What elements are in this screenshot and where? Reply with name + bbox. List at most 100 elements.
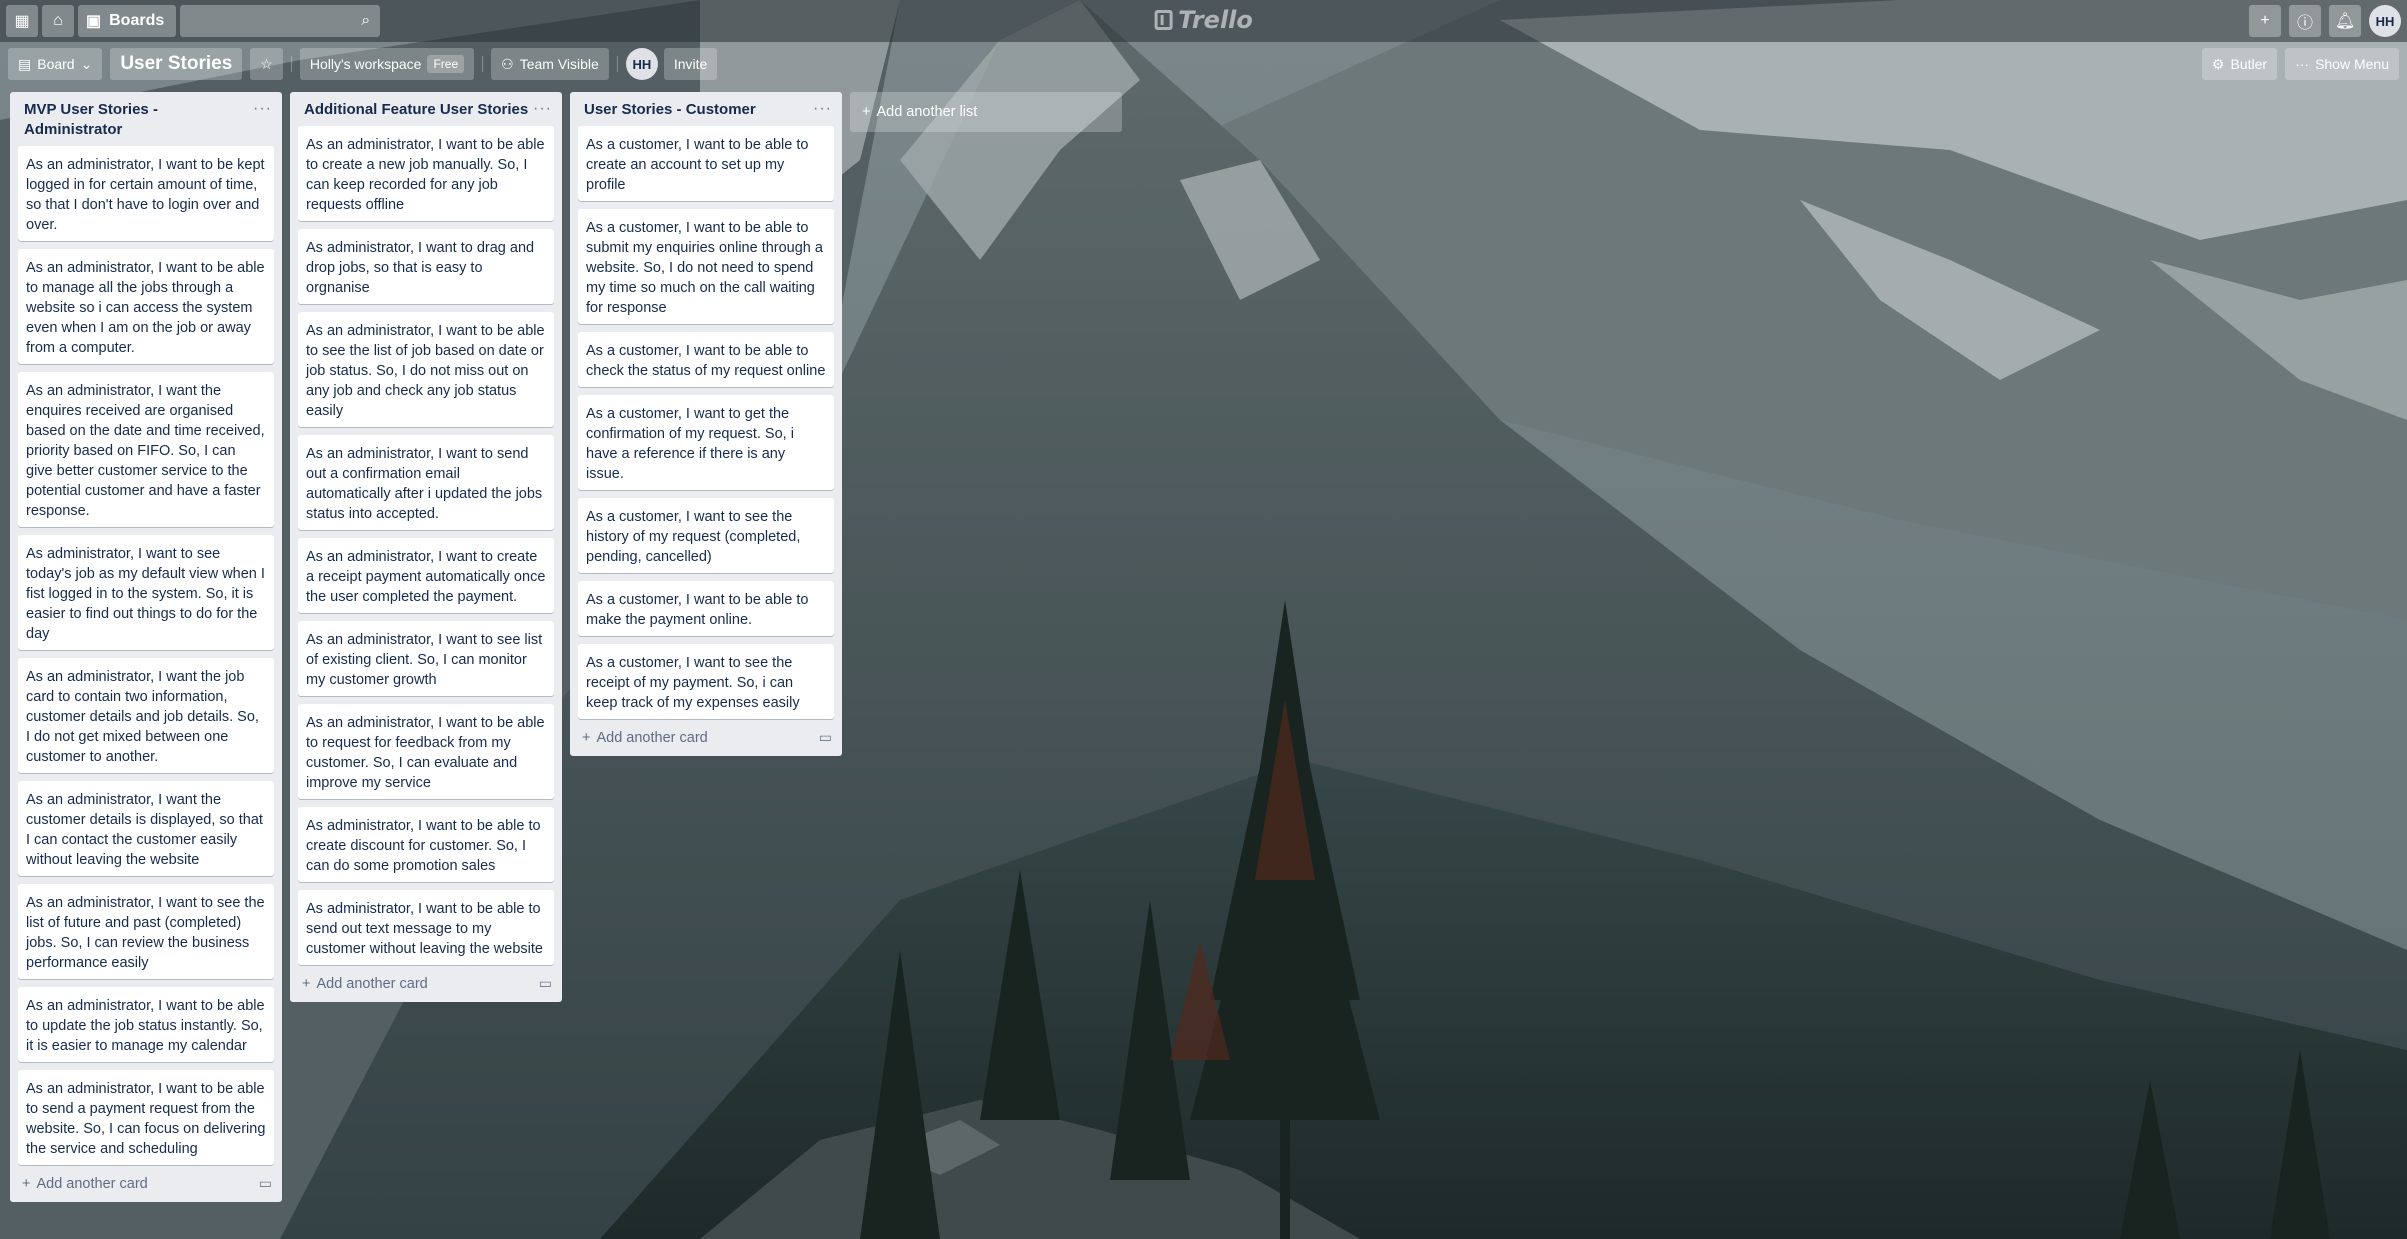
trello-logo[interactable]: Trello (1154, 6, 1253, 34)
card[interactable]: As an administrator, I want to send out … (298, 435, 554, 530)
add-list-label: Add another list (876, 104, 978, 120)
divider (482, 56, 484, 72)
board-header: ▤ Board ⌄ User Stories ☆ Holly's workspa… (0, 44, 2407, 84)
list-title[interactable]: MVP User Stories - Administrator (24, 100, 253, 140)
trello-logo-text: Trello (1178, 6, 1253, 34)
card[interactable]: As a customer, I want to be able to crea… (578, 126, 834, 201)
card[interactable]: As an administrator, I want to see list … (298, 621, 554, 696)
search-input[interactable]: ⌕ (180, 5, 381, 37)
list-additional-features: Additional Feature User Stories ··· As a… (290, 92, 562, 1002)
star-board-button[interactable]: ☆ (250, 48, 283, 80)
board-view-switcher[interactable]: ▤ Board ⌄ (8, 48, 103, 80)
list-header: User Stories - Customer ··· (570, 92, 842, 126)
list-menu-icon[interactable]: ··· (533, 100, 552, 118)
board-view-label: Board (37, 56, 75, 72)
add-list-button[interactable]: + Add another list (850, 92, 1122, 132)
search-icon: ⌕ (361, 12, 371, 29)
card[interactable]: As an administrator, I want to be able t… (18, 249, 274, 364)
add-card-label: Add another card (316, 975, 428, 992)
add-card-label: Add another card (596, 729, 708, 746)
boards-label: Boards (109, 12, 165, 29)
more-icon: ··· (2295, 56, 2310, 72)
list-footer: + Add another card ▭ (570, 721, 842, 754)
workspace-button[interactable]: Holly's workspace Free (299, 48, 475, 80)
list-footer: + Add another card ▭ (10, 1167, 282, 1200)
list-header: Additional Feature User Stories ··· (290, 92, 562, 126)
divider (616, 56, 618, 72)
card[interactable]: As administrator, I want to be able to c… (298, 807, 554, 882)
visibility-button[interactable]: ⚇ Team Visible (491, 48, 609, 80)
star-icon: ☆ (260, 55, 273, 72)
card[interactable]: As a customer, I want to be able to make… (578, 581, 834, 636)
card[interactable]: As administrator, I want to drag and dro… (298, 229, 554, 304)
list-customer: User Stories - Customer ··· As a custome… (570, 92, 842, 756)
add-card-button[interactable]: + Add another card (302, 976, 428, 992)
card-template-icon[interactable]: ▭ (539, 975, 552, 992)
show-menu-button[interactable]: ··· Show Menu (2285, 48, 2399, 80)
create-button[interactable]: + (2249, 5, 2281, 37)
user-avatar[interactable]: HH (2369, 5, 2401, 37)
workspace-plan-badge: Free (427, 55, 465, 73)
card[interactable]: As an administrator, I want to create a … (298, 538, 554, 613)
boards-icon: ▣ (86, 13, 102, 30)
trello-logo-icon (1154, 10, 1173, 30)
member-avatar[interactable]: HH (625, 48, 658, 80)
card[interactable]: As an administrator, I want to be able t… (298, 704, 554, 799)
bell-icon: 🔔︎ (2334, 13, 2356, 30)
list-title[interactable]: Additional Feature User Stories (304, 100, 528, 120)
list-title[interactable]: User Stories - Customer (584, 100, 756, 120)
card[interactable]: As a customer, I want to see the receipt… (578, 644, 834, 719)
card[interactable]: As an administrator, I want to be kept l… (18, 146, 274, 241)
plus-icon: + (582, 729, 591, 746)
info-icon: ⓘ (2296, 15, 2313, 32)
invite-button[interactable]: Invite (663, 48, 718, 80)
card-container: As an administrator, I want to be kept l… (10, 146, 282, 1165)
plus-icon: + (862, 104, 871, 120)
list-footer: + Add another card ▭ (290, 967, 562, 1000)
card-template-icon[interactable]: ▭ (259, 1175, 272, 1192)
butler-label: Butler (2230, 56, 2268, 72)
card-container: As a customer, I want to be able to crea… (570, 126, 842, 719)
card[interactable]: As an administrator, I want to be able t… (18, 987, 274, 1062)
notifications-button[interactable]: 🔔︎ (2329, 5, 2361, 37)
card[interactable]: As administrator, I want to see today's … (18, 535, 274, 650)
apps-grid-button[interactable]: ▦ (6, 5, 38, 37)
butler-button[interactable]: ⚙ Butler (2201, 48, 2278, 80)
team-icon: ⚇ (501, 55, 514, 72)
app-header: ▦ ⌂ ▣ Boards ⌕ Trello + ⓘ 🔔︎ HH (0, 0, 2407, 42)
header-actions: + ⓘ 🔔︎ HH (2249, 5, 2401, 37)
plus-icon: + (302, 975, 311, 992)
list-menu-icon[interactable]: ··· (813, 100, 832, 118)
add-card-button[interactable]: + Add another card (22, 1176, 148, 1192)
card[interactable]: As an administrator, I want the customer… (18, 781, 274, 876)
card[interactable]: As an administrator, I want the enquires… (18, 372, 274, 527)
info-button[interactable]: ⓘ (2289, 5, 2321, 37)
card[interactable]: As an administrator, I want to be able t… (298, 126, 554, 221)
card[interactable]: As an administrator, I want to be able t… (18, 1070, 274, 1165)
workspace-name: Holly's workspace (309, 56, 422, 72)
card[interactable]: As an administrator, I want the job card… (18, 658, 274, 773)
home-icon: ⌂ (53, 12, 63, 29)
list-menu-icon[interactable]: ··· (253, 100, 272, 118)
home-button[interactable]: ⌂ (42, 5, 74, 37)
plus-icon: + (2260, 12, 2270, 29)
boards-button[interactable]: ▣ Boards (78, 5, 177, 37)
butler-icon: ⚙ (2211, 55, 2225, 72)
divider (290, 56, 292, 72)
add-card-button[interactable]: + Add another card (582, 730, 708, 746)
card[interactable]: As a customer, I want to be able to chec… (578, 332, 834, 387)
visibility-label: Team Visible (519, 56, 599, 72)
card[interactable]: As administrator, I want to be able to s… (298, 890, 554, 965)
card[interactable]: As an administrator, I want to be able t… (298, 312, 554, 427)
card-container: As an administrator, I want to be able t… (290, 126, 562, 965)
card[interactable]: As an administrator, I want to see the l… (18, 884, 274, 979)
plus-icon: + (22, 1175, 31, 1192)
card-template-icon[interactable]: ▭ (819, 729, 832, 746)
card[interactable]: As a customer, I want to get the confirm… (578, 395, 834, 490)
list-mvp-administrator: MVP User Stories - Administrator ··· As … (10, 92, 282, 1202)
list-header: MVP User Stories - Administrator ··· (10, 92, 282, 146)
board-title[interactable]: User Stories (110, 48, 243, 80)
card[interactable]: As a customer, I want to see the history… (578, 498, 834, 573)
card[interactable]: As a customer, I want to be able to subm… (578, 209, 834, 324)
add-card-label: Add another card (36, 1175, 148, 1192)
